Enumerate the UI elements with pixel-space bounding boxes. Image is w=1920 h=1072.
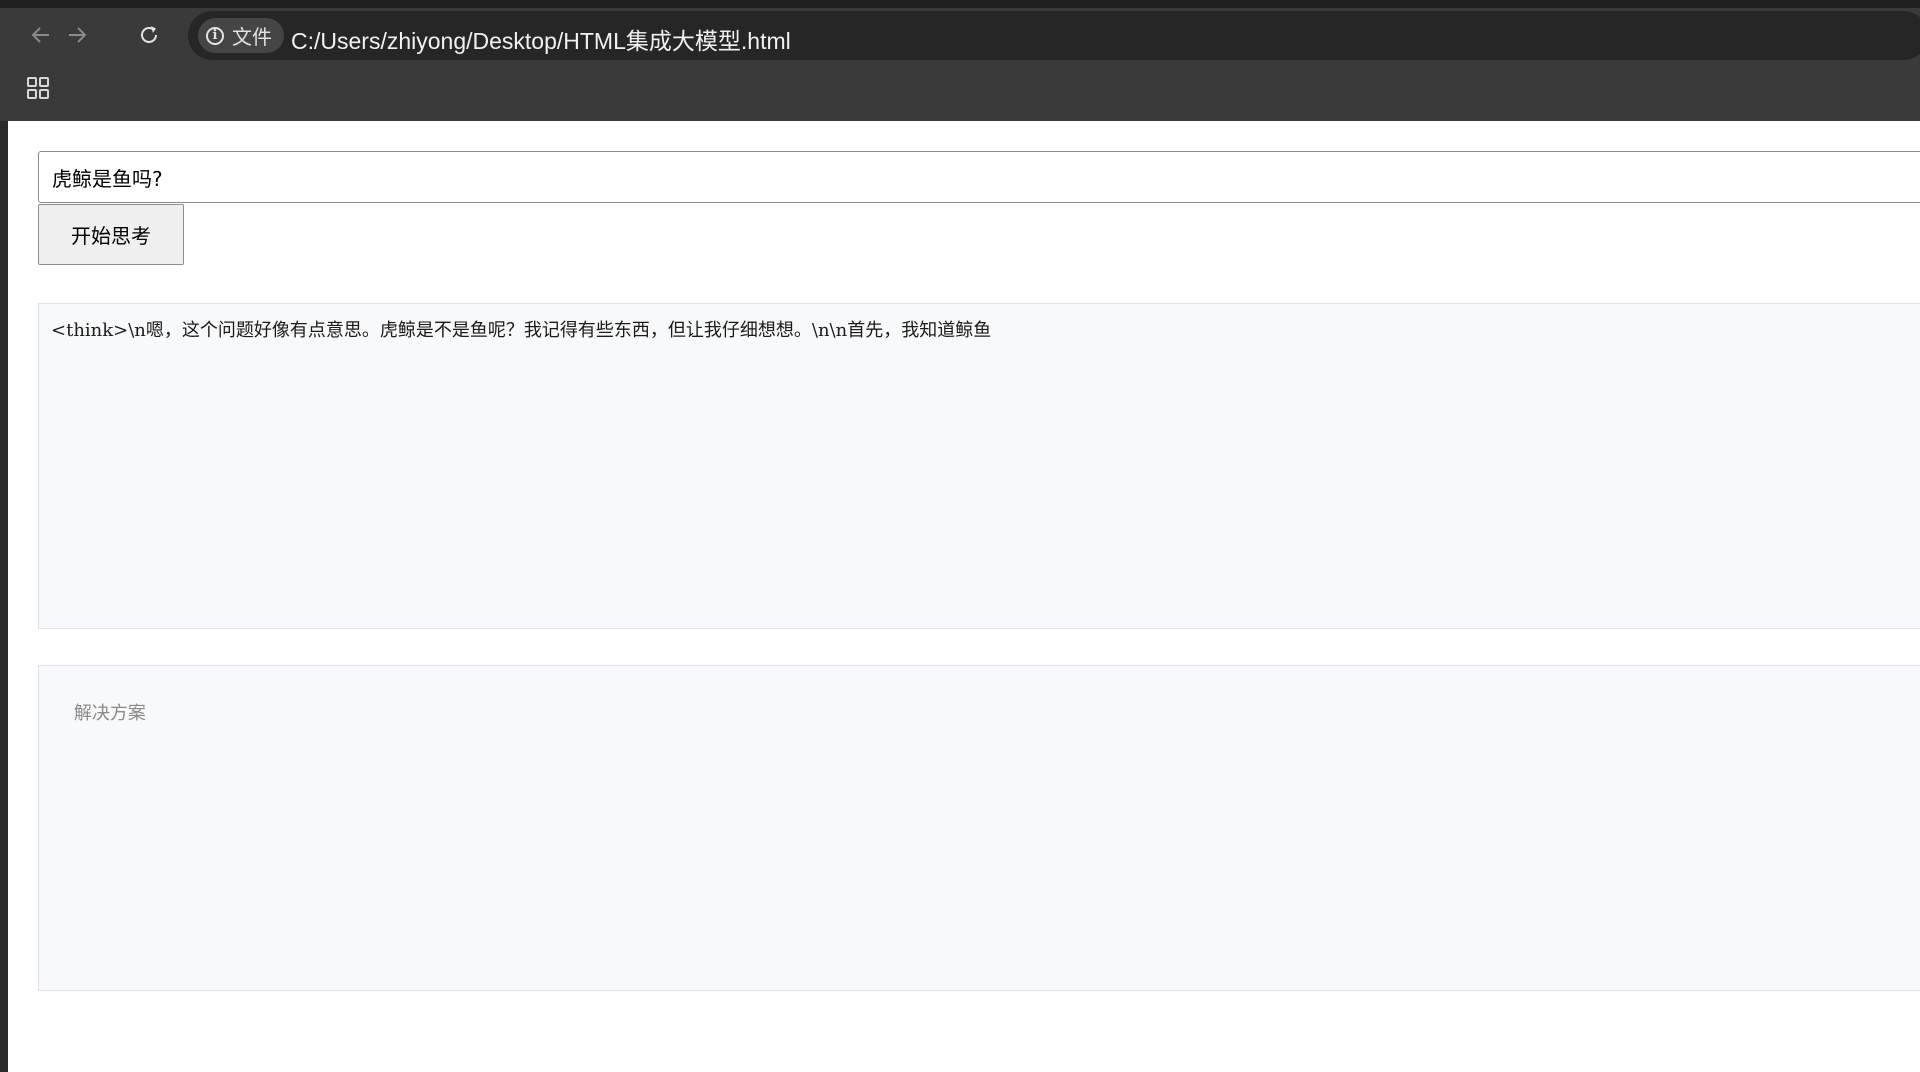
window-left-edge (0, 121, 8, 1072)
reload-icon (141, 26, 157, 43)
browser-chrome: i 文件 C:/Users/zhiyong/Desktop/HTML集成大模型.… (0, 0, 1920, 121)
site-info-label: 文件 (232, 27, 272, 49)
thinking-output-panel: <think>\n嗯，这个问题好像有点意思。虎鲸是不是鱼呢？我记得有些东西，但让… (38, 303, 1920, 629)
solution-panel[interactable]: 解决方案 (38, 665, 1920, 991)
forward-button[interactable] (62, 20, 92, 50)
reload-button[interactable] (134, 20, 164, 50)
arrow-right-icon (69, 27, 87, 43)
arrow-left-icon (31, 27, 49, 43)
back-button[interactable] (26, 20, 56, 50)
solution-placeholder: 解决方案 (73, 703, 146, 724)
bookmarks-bar (0, 60, 1920, 121)
site-info-chip[interactable]: i 文件 (198, 18, 284, 53)
address-bar[interactable]: i 文件 C:/Users/zhiyong/Desktop/HTML集成大模型.… (188, 11, 1920, 60)
url-text[interactable]: C:/Users/zhiyong/Desktop/HTML集成大模型.html (291, 22, 791, 56)
grid-icon[interactable] (27, 77, 49, 99)
page-content: 开始思考 <think>\n嗯，这个问题好像有点意思。虎鲸是不是鱼呢？我记得有些… (8, 121, 1920, 1072)
info-icon: i (206, 26, 224, 45)
browser-toolbar: i 文件 C:/Users/zhiyong/Desktop/HTML集成大模型.… (0, 8, 1920, 60)
question-input[interactable] (38, 151, 1920, 203)
start-thinking-button[interactable]: 开始思考 (38, 204, 184, 265)
title-strip (0, 0, 1920, 8)
